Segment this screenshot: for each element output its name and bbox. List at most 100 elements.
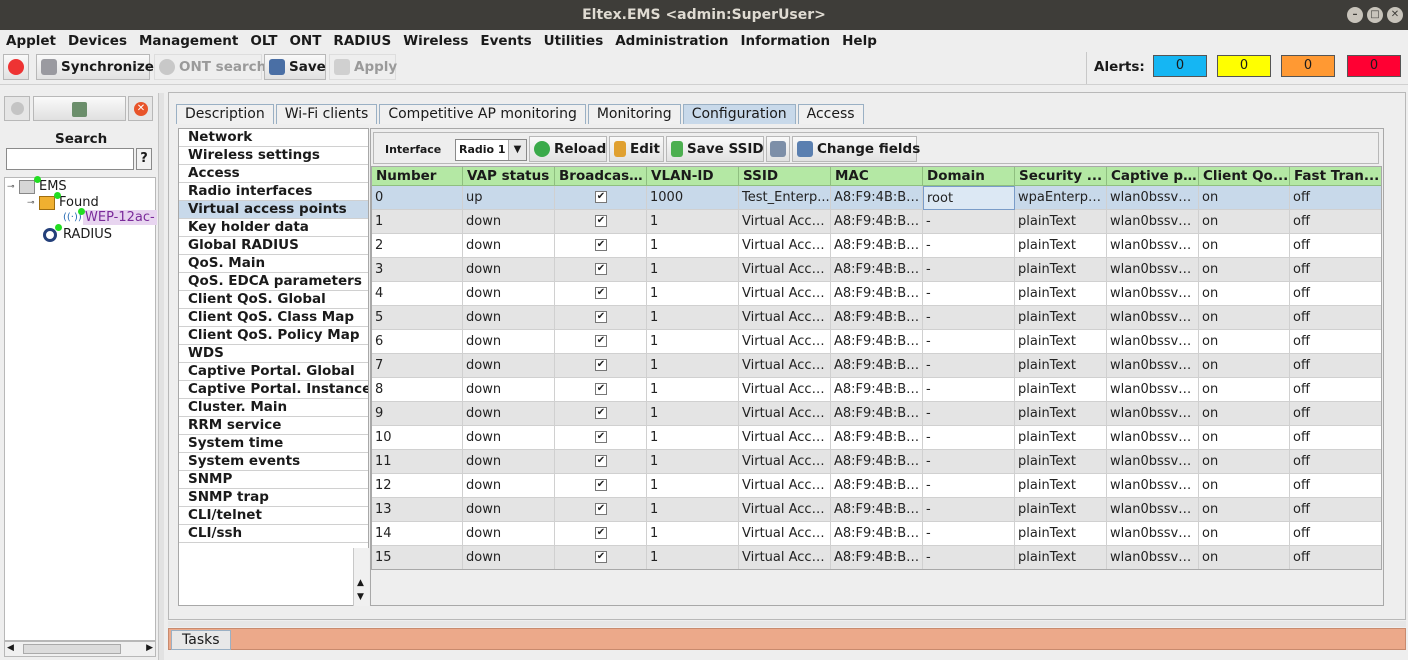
save-ssid-button[interactable]: Save SSID xyxy=(666,136,764,162)
table-cell[interactable]: 4 xyxy=(372,282,463,306)
table-cell[interactable]: down xyxy=(463,354,555,378)
table-cell[interactable]: wlan0bssvap6 xyxy=(1107,330,1199,354)
broadcast-cell[interactable]: ✔ xyxy=(555,378,647,402)
table-cell[interactable]: 7 xyxy=(372,354,463,378)
table-cell[interactable]: 1 xyxy=(647,378,739,402)
menu-devices[interactable]: Devices xyxy=(68,33,127,49)
table-cell[interactable]: off xyxy=(1290,354,1381,378)
back-button[interactable] xyxy=(4,96,30,121)
nav-item-rrm-service[interactable]: RRM service xyxy=(179,417,368,435)
column-header[interactable]: Fast Tran... xyxy=(1290,167,1381,186)
menu-utilities[interactable]: Utilities xyxy=(544,33,604,49)
broadcast-checkbox[interactable]: ✔ xyxy=(595,527,607,539)
table-cell[interactable]: 1 xyxy=(647,354,739,378)
table-cell[interactable]: 13 xyxy=(372,498,463,522)
broadcast-cell[interactable]: ✔ xyxy=(555,498,647,522)
table-cell[interactable]: - xyxy=(923,306,1015,330)
nav-item-wireless-settings[interactable]: Wireless settings xyxy=(179,147,368,165)
table-cell[interactable]: on xyxy=(1199,402,1290,426)
table-cell[interactable]: 1 xyxy=(647,498,739,522)
tab-competitive-ap-monitoring[interactable]: Competitive AP monitoring xyxy=(379,104,586,124)
table-cell[interactable]: off xyxy=(1290,498,1381,522)
table-cell[interactable]: 2 xyxy=(372,234,463,258)
table-cell[interactable]: down xyxy=(463,498,555,522)
column-header[interactable]: Client Qo... xyxy=(1199,167,1290,186)
column-header[interactable]: MAC xyxy=(831,167,923,186)
column-header[interactable]: Security ... xyxy=(1015,167,1107,186)
table-cell[interactable]: wlan0bssvap8 xyxy=(1107,378,1199,402)
nav-item-system-events[interactable]: System events xyxy=(179,453,368,471)
table-cell[interactable]: plainText xyxy=(1015,306,1107,330)
nav-item-virtual-access-points[interactable]: Virtual access points xyxy=(179,201,368,219)
table-cell[interactable]: Virtual Acce... xyxy=(739,450,831,474)
table-cell[interactable]: A8:F9:4B:B0... xyxy=(831,450,923,474)
stop-button[interactable] xyxy=(3,54,29,80)
column-header[interactable]: Captive p... xyxy=(1107,167,1199,186)
table-cell[interactable]: 1 xyxy=(647,546,739,569)
broadcast-checkbox[interactable]: ✔ xyxy=(595,239,607,251)
table-cell[interactable]: - xyxy=(923,426,1015,450)
table-cell[interactable]: down xyxy=(463,402,555,426)
menu-olt[interactable]: OLT xyxy=(250,33,277,49)
nav-item-snmp[interactable]: SNMP xyxy=(179,471,368,489)
table-cell[interactable]: 6 xyxy=(372,330,463,354)
broadcast-cell[interactable]: ✔ xyxy=(555,546,647,569)
nav-item-client-qos-class-map[interactable]: Client QoS. Class Map xyxy=(179,309,368,327)
table-cell[interactable]: 1 xyxy=(647,450,739,474)
broadcast-checkbox[interactable]: ✔ xyxy=(595,503,607,515)
broadcast-cell[interactable]: ✔ xyxy=(555,330,647,354)
table-cell[interactable]: wlan0bssva... xyxy=(1107,450,1199,474)
table-cell[interactable]: on xyxy=(1199,234,1290,258)
table-cell[interactable]: plainText xyxy=(1015,234,1107,258)
table-cell[interactable]: 1 xyxy=(647,330,739,354)
broadcast-checkbox[interactable]: ✔ xyxy=(595,383,607,395)
nav-item-qos-edca-parameters[interactable]: QoS. EDCA parameters xyxy=(179,273,368,291)
table-cell[interactable]: A8:F9:4B:B0... xyxy=(831,282,923,306)
table-cell[interactable]: wlan0bssvap1 xyxy=(1107,210,1199,234)
table-cell[interactable]: wlan0bssvap5 xyxy=(1107,306,1199,330)
nav-item-snmp-trap[interactable]: SNMP trap xyxy=(179,489,368,507)
column-header[interactable]: Broadcast... xyxy=(555,167,647,186)
scroll-right-icon[interactable]: ▶ xyxy=(146,643,153,653)
table-cell[interactable]: - xyxy=(923,234,1015,258)
nav-item-client-qos-policy-map[interactable]: Client QoS. Policy Map xyxy=(179,327,368,345)
table-cell[interactable]: - xyxy=(923,522,1015,546)
broadcast-checkbox[interactable]: ✔ xyxy=(595,335,607,347)
table-cell[interactable]: wlan0bssva... xyxy=(1107,474,1199,498)
broadcast-checkbox[interactable]: ✔ xyxy=(595,263,607,275)
table-cell[interactable]: 0 xyxy=(372,186,463,210)
table-cell[interactable]: on xyxy=(1199,306,1290,330)
apply-button[interactable]: Apply xyxy=(329,54,397,80)
table-cell[interactable]: A8:F9:4B:B0... xyxy=(831,258,923,282)
table-cell[interactable]: on xyxy=(1199,258,1290,282)
table-cell[interactable]: Virtual Acce... xyxy=(739,258,831,282)
save-button[interactable]: Save xyxy=(264,54,326,80)
table-cell[interactable]: A8:F9:4B:B0... xyxy=(831,210,923,234)
table-cell[interactable]: Virtual Acce... xyxy=(739,354,831,378)
table-cell[interactable]: down xyxy=(463,330,555,354)
broadcast-cell[interactable]: ✔ xyxy=(555,402,647,426)
bottom-splitter[interactable] xyxy=(168,621,1406,627)
broadcast-checkbox[interactable]: ✔ xyxy=(595,191,607,203)
table-cell[interactable]: wlan0bssva... xyxy=(1107,522,1199,546)
table-cell[interactable]: on xyxy=(1199,282,1290,306)
alert-counter-1[interactable]: 0 xyxy=(1217,55,1271,77)
table-cell[interactable]: 1 xyxy=(647,474,739,498)
tree-node-found[interactable]: ⊸ Found xyxy=(27,191,99,210)
table-cell[interactable]: down xyxy=(463,306,555,330)
table-cell[interactable]: down xyxy=(463,426,555,450)
table-cell[interactable]: - xyxy=(923,450,1015,474)
table-cell[interactable]: wlan0bssva... xyxy=(1107,426,1199,450)
table-cell[interactable]: Test_Enterp... xyxy=(739,186,831,210)
broadcast-checkbox[interactable]: ✔ xyxy=(595,359,607,371)
table-cell[interactable]: down xyxy=(463,450,555,474)
table-cell[interactable]: plainText xyxy=(1015,498,1107,522)
alert-counter-0[interactable]: 0 xyxy=(1153,55,1207,77)
table-cell[interactable]: 1 xyxy=(647,306,739,330)
broadcast-cell[interactable]: ✔ xyxy=(555,186,647,210)
table-cell[interactable]: down xyxy=(463,258,555,282)
table-cell[interactable]: plainText xyxy=(1015,450,1107,474)
table-cell[interactable]: - xyxy=(923,546,1015,569)
search-help-button[interactable]: ? xyxy=(136,148,152,170)
table-cell[interactable]: A8:F9:4B:B0... xyxy=(831,546,923,569)
